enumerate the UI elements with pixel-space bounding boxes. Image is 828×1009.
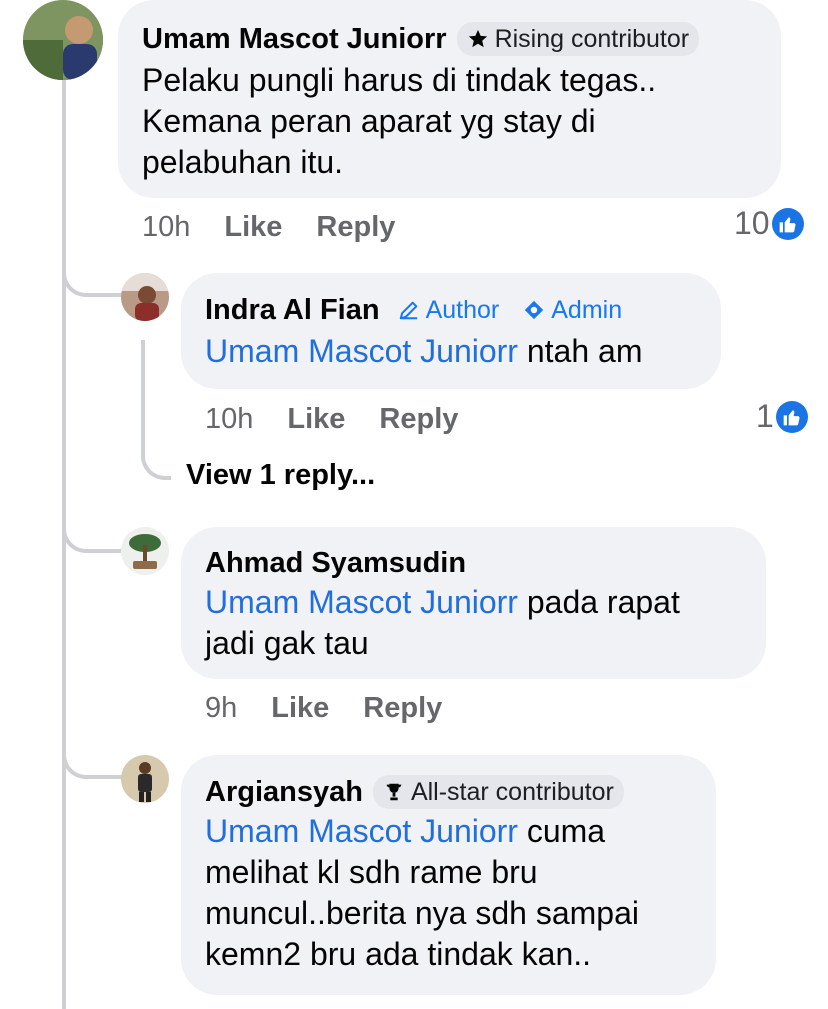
comment-text-line: kemn2 bru ada tindak kan.. (205, 936, 592, 972)
thread-line-main (62, 80, 66, 1009)
mention-link[interactable]: Umam Mascot Juniorr (205, 813, 518, 849)
contributor-badge[interactable]: All-star contributor (372, 775, 624, 809)
comment-actions: 10h Like Reply (205, 400, 458, 438)
comment-text-line: Kemana peran aparat yg stay di (142, 103, 596, 139)
timestamp[interactable]: 10h (205, 403, 253, 436)
thread-branch-1 (62, 255, 122, 297)
avatar-photo (121, 527, 169, 575)
mention-link[interactable]: Umam Mascot Juniorr (205, 333, 518, 369)
avatar-photo (23, 0, 103, 80)
comment-text-line: jadi gak tau (205, 625, 369, 661)
like-button[interactable]: Like (287, 403, 345, 436)
reply-button[interactable]: Reply (379, 403, 458, 436)
comment-bubble[interactable]: Argiansyah All-star contributor Umam Mas… (181, 755, 716, 995)
badge-label: All-star contributor (410, 777, 614, 806)
avatar[interactable] (23, 0, 103, 80)
reaction-count: 10 (734, 205, 770, 241)
comment-text: cuma (517, 813, 606, 849)
reply-button[interactable]: Reply (316, 211, 395, 244)
comment-bubble[interactable]: Ahmad Syamsudin Umam Mascot Juniorr pada… (181, 527, 766, 679)
admin-diamond-icon (525, 300, 544, 320)
thread-branch-2 (62, 505, 122, 553)
like-reaction-icon (771, 207, 804, 240)
avatar-photo (121, 273, 169, 321)
comment-text-line: pelabuhan itu. (142, 144, 344, 180)
like-reaction-icon (775, 400, 808, 433)
avatar[interactable] (121, 527, 169, 575)
like-button[interactable]: Like (224, 211, 282, 244)
comment-text-line: melihat kl sdh rame bru (205, 854, 538, 890)
reaction-count: 1 (756, 398, 774, 434)
timestamp[interactable]: 9h (205, 692, 237, 725)
badge-label: Rising contributor (494, 24, 690, 53)
comment-text-line: Pelaku pungli harus di tindak tegas.. (142, 62, 657, 98)
thread-branch-3 (62, 735, 122, 779)
reaction-summary[interactable]: 1 (756, 398, 808, 435)
comment-actions: 9h Like Reply (205, 689, 442, 727)
commenter-name[interactable]: Argiansyah (205, 776, 363, 809)
avatar[interactable] (121, 273, 169, 321)
comment-text-line: muncul..berita nya sdh sampai (205, 895, 639, 931)
like-button[interactable]: Like (271, 692, 329, 725)
avatar[interactable] (121, 755, 169, 803)
badge-label: Admin (551, 295, 623, 324)
comment-text: ntah am (517, 333, 643, 369)
comment-actions: 10h Like Reply (142, 208, 395, 246)
author-badge[interactable]: Author (394, 293, 504, 327)
star-icon (468, 29, 487, 48)
pencil-icon (399, 301, 417, 320)
trophy-icon (386, 783, 402, 801)
timestamp[interactable]: 10h (142, 211, 190, 244)
commenter-name[interactable]: Indra Al Fian (205, 294, 380, 327)
commenter-name[interactable]: Ahmad Syamsudin (205, 547, 742, 580)
mention-link[interactable]: Umam Mascot Juniorr (205, 584, 518, 620)
comment-text: pada rapat (517, 584, 680, 620)
commenter-name[interactable]: Umam Mascot Juniorr (142, 23, 447, 56)
contributor-badge[interactable]: Rising contributor (456, 22, 700, 56)
badge-label: Author (425, 295, 500, 324)
view-replies-link[interactable]: View 1 reply... (186, 459, 375, 492)
admin-badge[interactable]: Admin (519, 293, 626, 327)
thread-reply-line (141, 340, 171, 480)
reply-button[interactable]: Reply (363, 692, 442, 725)
comment-bubble[interactable]: Indra Al Fian Author Admin Umam Mascot J… (181, 273, 721, 389)
avatar-photo (121, 755, 169, 803)
comment-bubble[interactable]: Umam Mascot Juniorr Rising contributor P… (118, 0, 781, 198)
reaction-summary[interactable]: 10 (734, 205, 804, 242)
